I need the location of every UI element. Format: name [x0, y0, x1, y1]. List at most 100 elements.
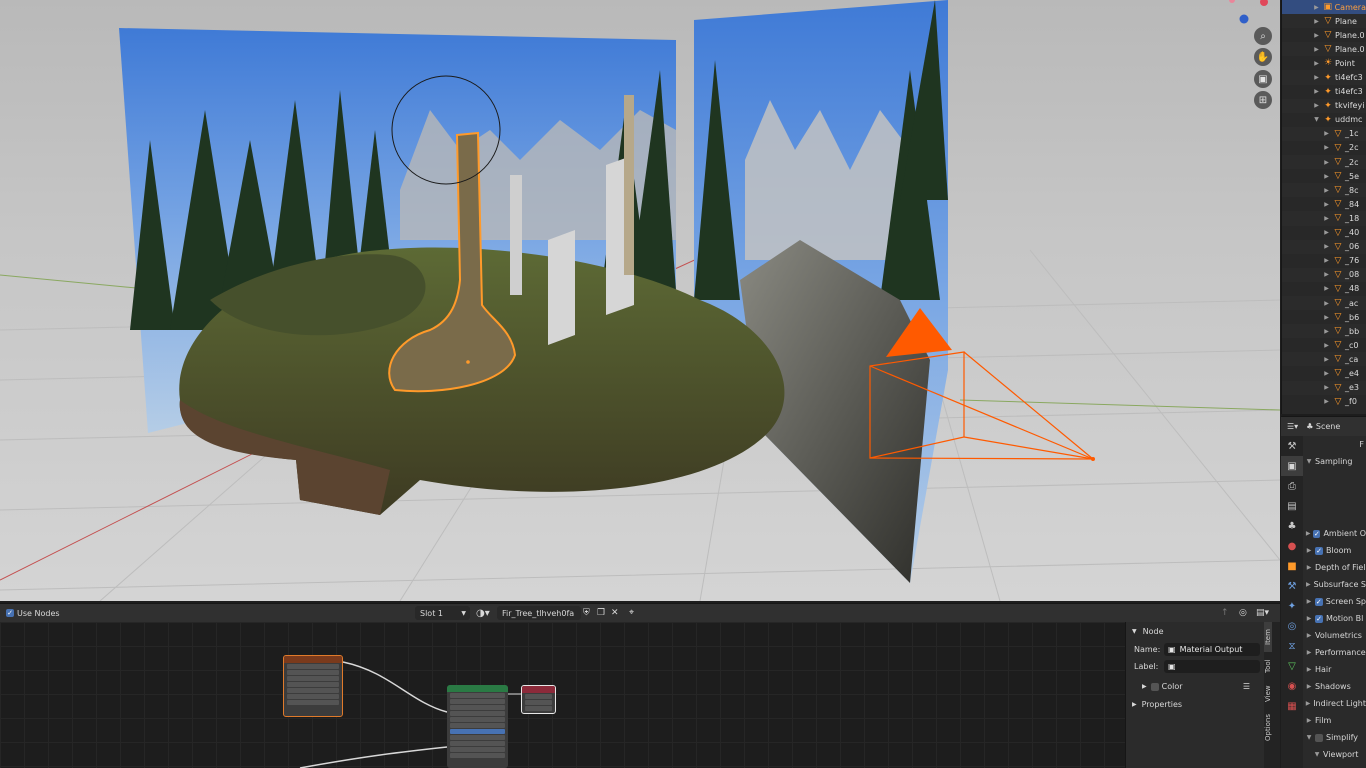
- node-label-field[interactable]: ▣: [1164, 660, 1260, 673]
- node-section-header[interactable]: ▼ Node: [1126, 623, 1264, 639]
- fake-user-shield-icon[interactable]: ⛨: [583, 608, 590, 618]
- outliner-item[interactable]: ▶ ▽ _06: [1282, 239, 1366, 254]
- scene-tab-icon[interactable]: ♣: [1281, 516, 1303, 536]
- outliner-item[interactable]: ▶ ▽ _48: [1282, 282, 1366, 296]
- outliner-panel[interactable]: ▶ ▣ Camera ▶ ▽ Plane ▶ ▽ Plane.0 ▶ ▽ Plane.0 ▶ ☀ Point…: [1281, 0, 1366, 414]
- tab-item[interactable]: Item: [1264, 622, 1272, 652]
- render-panel-header[interactable]: ▶ ✓ Screen Sp: [1303, 593, 1366, 610]
- outliner-item[interactable]: ▶ ▽ _76: [1282, 254, 1366, 268]
- outliner-item[interactable]: ▶ ▽ Plane.0: [1282, 28, 1366, 42]
- expand-arrow-icon[interactable]: ▶: [1312, 46, 1321, 53]
- pin-icon[interactable]: ⌖: [629, 608, 634, 618]
- modifier-tab-icon[interactable]: ⚒: [1281, 576, 1303, 596]
- render-panel-header[interactable]: ▶ ✓ Bloom: [1303, 542, 1366, 559]
- color-subpanel[interactable]: ▶ Color ☰: [1126, 682, 1264, 691]
- outliner-item[interactable]: ▶ ☀ Point: [1282, 56, 1366, 70]
- render-panel-header[interactable]: ▶ Depth of Fiel: [1303, 559, 1366, 576]
- slot-dropdown[interactable]: Slot 1 ▼: [415, 606, 470, 620]
- outliner-item[interactable]: ▶ ▽ _5e: [1282, 169, 1366, 183]
- view-layer-tab-icon[interactable]: ▤: [1281, 496, 1303, 516]
- hand-pan-icon[interactable]: ✋: [1254, 48, 1272, 66]
- expand-arrow-icon[interactable]: ▶: [1322, 215, 1331, 222]
- material-tab-icon[interactable]: ◉: [1281, 676, 1303, 696]
- material-output-node[interactable]: [521, 685, 556, 714]
- outliner-item[interactable]: ▶ ✦ ti4efc3: [1282, 70, 1366, 85]
- outliner-item[interactable]: ▶ ▽ _c0: [1282, 338, 1366, 352]
- render-panel-header[interactable]: ▼ Viewport: [1303, 746, 1366, 763]
- tab-tool[interactable]: Tool: [1264, 652, 1272, 680]
- expand-arrow-icon[interactable]: ▶: [1322, 384, 1331, 391]
- principled-bsdf-node[interactable]: [447, 685, 508, 768]
- outliner-item[interactable]: ▶ ▽ _40: [1282, 226, 1366, 240]
- particles-tab-icon[interactable]: ✦: [1281, 596, 1303, 616]
- outliner-item[interactable]: ▶ ✦ ti4efc3: [1282, 85, 1366, 99]
- expand-arrow-icon[interactable]: ▶: [1322, 187, 1331, 194]
- expand-arrow-icon[interactable]: ▼: [1312, 116, 1321, 123]
- tab-view[interactable]: View: [1264, 680, 1272, 708]
- outliner-item[interactable]: ▶ ▽ _e3: [1282, 380, 1366, 395]
- color-checkbox[interactable]: [1150, 682, 1159, 691]
- outliner-item[interactable]: ▶ ▽ _2c: [1282, 141, 1366, 155]
- use-nodes-checkbox[interactable]: ✓: [6, 609, 14, 617]
- panel-checkbox[interactable]: ✓: [1314, 597, 1323, 606]
- data-tab-icon[interactable]: ▽: [1281, 656, 1303, 676]
- outliner-item[interactable]: ▶ ▽ _08: [1282, 267, 1366, 282]
- list-icon[interactable]: ☰: [1243, 682, 1250, 691]
- expand-arrow-icon[interactable]: ▶: [1322, 201, 1331, 208]
- expand-arrow-icon[interactable]: ▶: [1312, 32, 1321, 39]
- expand-arrow-icon[interactable]: ▶: [1322, 356, 1331, 363]
- expand-arrow-icon[interactable]: ▶: [1322, 144, 1331, 151]
- outliner-item[interactable]: ▶ ▽ _b6: [1282, 310, 1366, 324]
- expand-arrow-icon[interactable]: ▶: [1322, 370, 1331, 377]
- outliner-item[interactable]: ▶ ▽ _1c: [1282, 126, 1366, 141]
- node-canvas[interactable]: [0, 622, 1125, 768]
- render-panel-header[interactable]: ▶ Volumetrics: [1303, 627, 1366, 644]
- properties-section-header[interactable]: ▶ Properties: [1126, 697, 1264, 711]
- expand-arrow-icon[interactable]: ▶: [1312, 60, 1321, 67]
- outliner-item[interactable]: ▶ ▣ Camera: [1282, 0, 1366, 15]
- expand-arrow-icon[interactable]: ▶: [1312, 4, 1321, 11]
- world-tab-icon[interactable]: ●: [1281, 536, 1303, 556]
- expand-arrow-icon[interactable]: ▶: [1322, 257, 1331, 264]
- expand-arrow-icon[interactable]: ▶: [1322, 243, 1331, 250]
- render-panel-header[interactable]: ▼ Simplify: [1303, 729, 1366, 746]
- render-panel-header[interactable]: ▶ Hair: [1303, 661, 1366, 678]
- expand-arrow-icon[interactable]: ▶: [1312, 88, 1321, 95]
- expand-arrow-icon[interactable]: ▶: [1322, 342, 1331, 349]
- constraints-tab-icon[interactable]: ⧖: [1281, 636, 1303, 656]
- expand-arrow-icon[interactable]: ▶: [1322, 300, 1331, 307]
- editor-type-icon[interactable]: ☰▾: [1287, 422, 1298, 431]
- grid-view-icon[interactable]: ⊞: [1254, 91, 1272, 109]
- panel-checkbox[interactable]: [1315, 733, 1323, 742]
- camera-view-icon[interactable]: ▣: [1254, 70, 1272, 88]
- duplicate-material-icon[interactable]: ❐: [597, 608, 605, 618]
- sampling-panel-header[interactable]: ▼ Sampling: [1303, 453, 1366, 470]
- overlay-icon[interactable]: ▤▾: [1256, 608, 1269, 618]
- outliner-item[interactable]: ▼ ✦ uddmc: [1282, 113, 1366, 127]
- image-texture-node[interactable]: [283, 655, 343, 717]
- render-panel-header[interactable]: ▶ Performance: [1303, 644, 1366, 661]
- zoom-icon[interactable]: ⌕: [1254, 27, 1272, 45]
- outliner-item[interactable]: ▶ ▽ _8c: [1282, 183, 1366, 198]
- expand-arrow-icon[interactable]: ▶: [1312, 18, 1321, 25]
- outliner-item[interactable]: ▶ ▽ Plane.0: [1282, 42, 1366, 57]
- outliner-item[interactable]: ▶ ▽ _84: [1282, 197, 1366, 211]
- snapping-icon[interactable]: ◎: [1239, 608, 1247, 618]
- tool-tab-icon[interactable]: ⚒: [1281, 436, 1303, 456]
- render-panel-header[interactable]: ▶ ✓ Ambient O: [1303, 525, 1366, 542]
- expand-arrow-icon[interactable]: ▶: [1322, 271, 1331, 278]
- render-panel-header[interactable]: ▶ ✓ Motion Bl: [1303, 610, 1366, 627]
- expand-arrow-icon[interactable]: ▶: [1312, 74, 1321, 81]
- parent-node-tree-icon[interactable]: ↑: [1221, 608, 1229, 618]
- tab-options[interactable]: Options: [1264, 708, 1272, 746]
- outliner-item[interactable]: ▶ ▽ _2c: [1282, 155, 1366, 170]
- node-name-field[interactable]: ▣ Material Output: [1164, 643, 1260, 656]
- object-tab-icon[interactable]: ■: [1281, 556, 1303, 576]
- render-panel-header[interactable]: ▶ Film: [1303, 712, 1366, 729]
- expand-arrow-icon[interactable]: ▶: [1322, 285, 1331, 292]
- 3d-viewport[interactable]: ⌕ ✋ ▣ ⊞: [0, 0, 1280, 601]
- scene-selector[interactable]: ♣ Scene: [1306, 422, 1340, 431]
- outliner-item[interactable]: ▶ ▽ Plane: [1282, 14, 1366, 29]
- outliner-item[interactable]: ▶ ▽ _ac: [1282, 295, 1366, 311]
- expand-arrow-icon[interactable]: ▶: [1322, 314, 1331, 321]
